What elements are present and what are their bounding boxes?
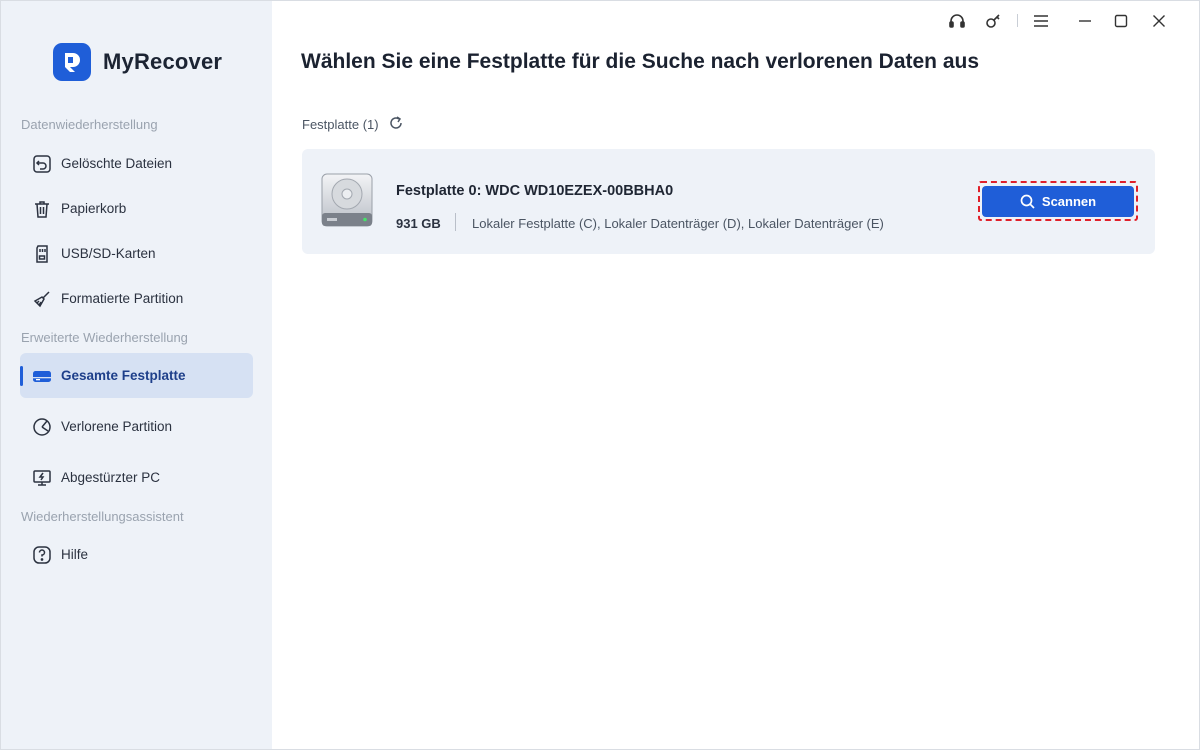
sidebar-item-label: Verlorene Partition <box>61 419 173 434</box>
sidebar-item-label: Hilfe <box>61 547 89 562</box>
disk-partitions: Lokaler Festplatte (C), Lokaler Datenträ… <box>472 216 884 231</box>
search-icon <box>1020 194 1035 209</box>
sidebar-item-label: Formatierte Partition <box>61 291 184 306</box>
active-indicator <box>20 366 23 386</box>
close-icon[interactable] <box>1149 11 1169 31</box>
app-name: MyRecover <box>103 49 223 74</box>
sidebar-item-deleted-files[interactable]: Gelöschte Dateien <box>20 141 253 186</box>
sidebar-item-crashed-pc[interactable]: Abgestürzter PC <box>20 455 253 500</box>
disk-info-divider <box>455 213 456 231</box>
disk-card[interactable]: Festplatte 0: WDC WD10EZEX-00BBHA0 931 G… <box>302 149 1155 254</box>
headset-icon[interactable] <box>947 11 967 31</box>
sidebar-item-label: Abgestürzter PC <box>61 470 161 485</box>
brand: MyRecover <box>53 43 222 81</box>
sidebar-item-label: Papierkorb <box>61 201 127 216</box>
page-title: Wählen Sie eine Festplatte für die Suche… <box>301 50 980 73</box>
hard-disk-icon <box>321 173 373 229</box>
sidebar: MyRecover Datenwiederherstellung Gelösch… <box>1 1 272 749</box>
refresh-icon[interactable] <box>388 115 404 131</box>
disk-count-label: Festplatte (1) <box>302 117 379 132</box>
help-icon <box>31 544 53 566</box>
section-title-data-recovery: Datenwiederherstellung <box>21 117 158 132</box>
disk-name: Festplatte 0: WDC WD10EZEX-00BBHA0 <box>396 183 674 199</box>
app-window: MyRecover Datenwiederherstellung Gelösch… <box>0 0 1200 750</box>
toolbar-divider <box>1017 14 1018 27</box>
minimize-icon[interactable] <box>1075 11 1095 31</box>
sidebar-item-entire-disk[interactable]: Gesamte Festplatte <box>20 353 253 398</box>
sidebar-item-formatted-partition[interactable]: Formatierte Partition <box>20 276 253 321</box>
hard-drive-icon <box>31 365 53 387</box>
undo-icon <box>31 153 53 175</box>
sidebar-item-label: Gelöschte Dateien <box>61 156 173 171</box>
title-bar-controls <box>939 1 1199 41</box>
myrecover-logo-icon <box>53 43 91 81</box>
scan-button-label: Scannen <box>1041 194 1097 209</box>
sidebar-item-usb-sd[interactable]: USB/SD-Karten <box>20 231 253 276</box>
disk-size: 931 GB <box>396 216 441 231</box>
broom-icon <box>31 288 53 310</box>
sidebar-item-label: Gesamte Festplatte <box>61 368 186 383</box>
key-icon[interactable] <box>983 11 1003 31</box>
section-title-advanced-recovery: Erweiterte Wiederherstellung <box>21 330 188 345</box>
menu-icon[interactable] <box>1031 11 1051 31</box>
sidebar-item-label: USB/SD-Karten <box>61 246 156 261</box>
sidebar-item-help[interactable]: Hilfe <box>20 532 253 577</box>
trash-icon <box>31 198 53 220</box>
maximize-icon[interactable] <box>1111 11 1131 31</box>
scan-button[interactable]: Scannen <box>982 186 1134 217</box>
sidebar-item-recycle-bin[interactable]: Papierkorb <box>20 186 253 231</box>
sd-card-icon <box>31 243 53 265</box>
section-title-recovery-assistant: Wiederherstellungsassistent <box>21 509 184 524</box>
sidebar-item-lost-partition[interactable]: Verlorene Partition <box>20 404 253 449</box>
pie-partition-icon <box>31 416 53 438</box>
crashed-monitor-icon <box>31 467 53 489</box>
